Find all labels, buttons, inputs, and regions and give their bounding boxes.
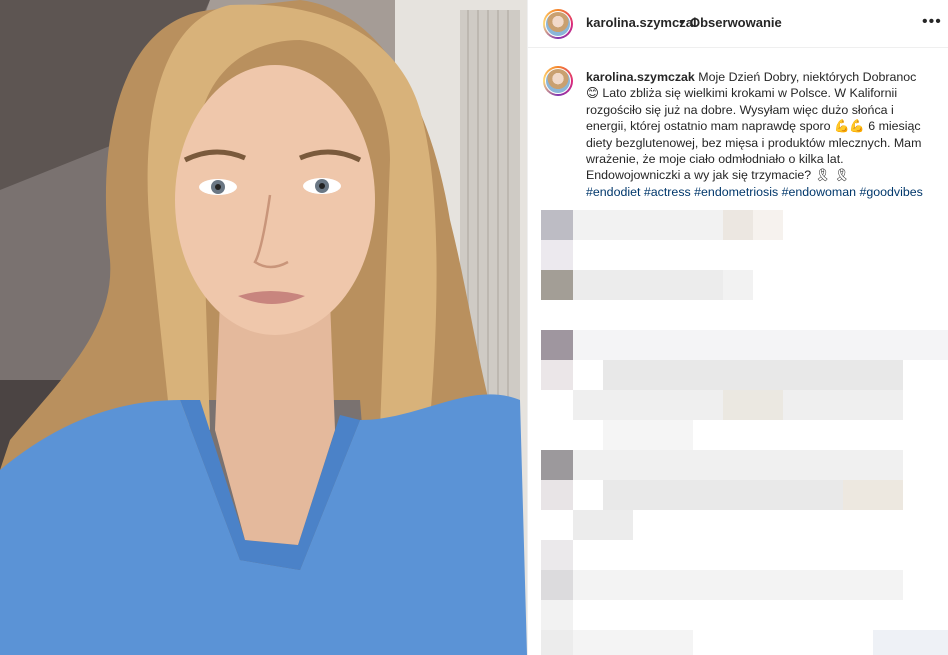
separator-dot: • xyxy=(679,14,684,29)
profile-avatar[interactable] xyxy=(543,9,573,39)
post-side-panel: karolina.szymczal • Obserwowanie ••• kar… xyxy=(527,0,948,655)
caption-avatar[interactable] xyxy=(543,66,573,96)
following-button[interactable]: Obserwowanie xyxy=(690,15,782,30)
caption-text: Moje Dzień Dobry, niektórych Dobranoc 😊 … xyxy=(586,70,922,183)
post-photo[interactable] xyxy=(0,0,527,655)
pixelated-comments xyxy=(541,180,948,655)
more-options-icon[interactable]: ••• xyxy=(922,13,942,31)
selfie-illustration xyxy=(0,0,527,655)
caption-username-link[interactable]: karolina.szymczak xyxy=(586,70,695,84)
post-header: karolina.szymczal • Obserwowanie ••• xyxy=(528,0,948,48)
